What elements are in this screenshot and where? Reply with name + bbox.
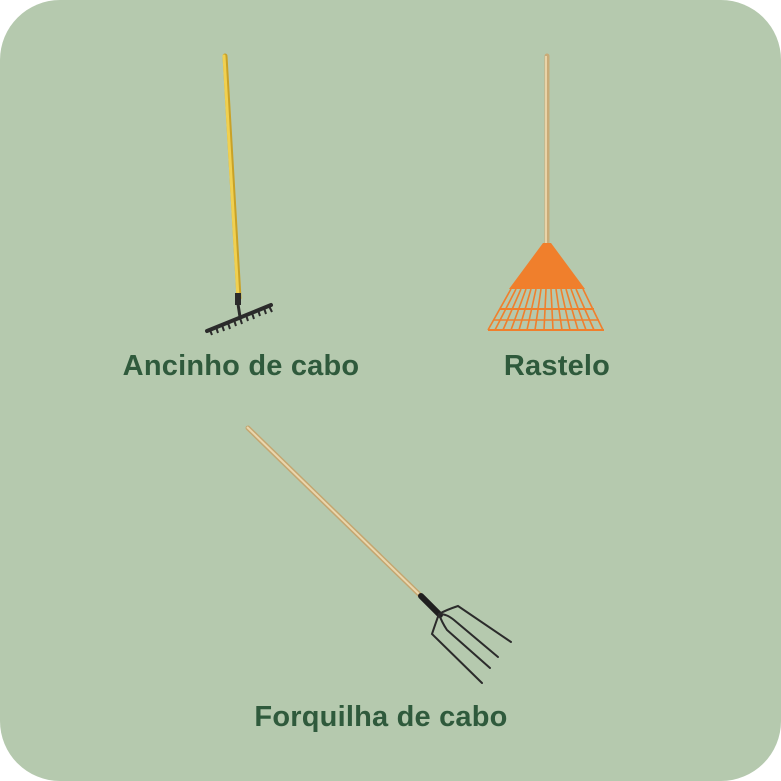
tool-label-ancinho: Ancinho de cabo <box>122 350 360 382</box>
pitchfork-icon <box>245 425 512 684</box>
tool-label-forquilha: Forquilha de cabo <box>254 701 508 733</box>
tool-label-rastelo: Rastelo <box>503 350 611 382</box>
tools-card: Ancinho de cabo Rastelo Forquilha de cab… <box>0 0 781 781</box>
